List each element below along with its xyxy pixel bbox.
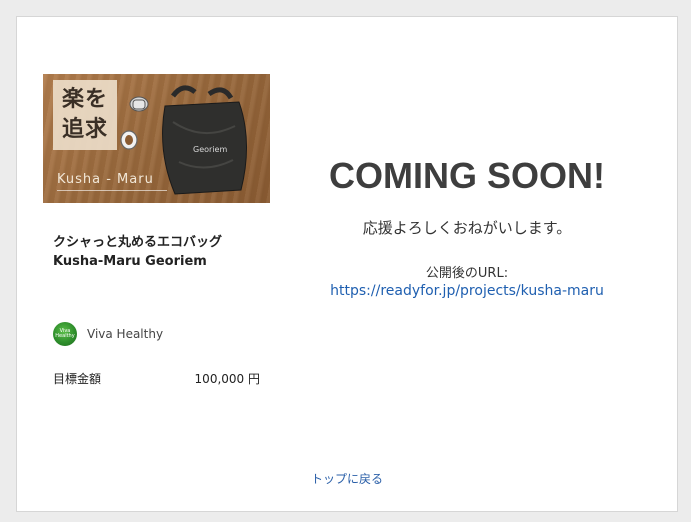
url-label: 公開後のURL:: [425, 266, 509, 281]
coming-soon-heading: COMING SOON!: [329, 155, 605, 196]
support-message: 応援よろしくおねがいします。: [362, 219, 572, 237]
avatar-text: Viva Healthy: [55, 328, 75, 339]
goal-value: 100,000 円: [194, 372, 260, 386]
brand-underline: [57, 190, 167, 191]
owner-info[interactable]: Viva Healthy Viva Healthy: [53, 322, 163, 346]
headline-panel: 楽を 追求: [53, 80, 117, 150]
project-title[interactable]: クシャっと丸めるエコバッグ Kusha-Maru Georiem: [53, 233, 273, 271]
avatar: Viva Healthy: [53, 322, 77, 346]
owner-name: Viva Healthy: [87, 327, 164, 341]
project-title-line-2: Kusha-Maru Georiem: [53, 254, 207, 269]
project-title-line-1: クシャっと丸めるエコバッグ: [53, 235, 223, 250]
image-headline: 楽を 追求: [61, 86, 108, 142]
project-url-link[interactable]: https://readyfor.jp/projects/kusha-maru: [287, 283, 647, 299]
image-brand: Kusha - Maru: [57, 172, 154, 187]
project-card: 楽を 追求 Georiem Kusha - Maru クシャっと丸めるエコバッグ…: [16, 16, 678, 512]
back-to-top-link[interactable]: トップに戻る: [247, 470, 447, 487]
project-image[interactable]: 楽を 追求 Georiem Kusha - Maru: [43, 74, 270, 203]
bag-print-text: Georiem: [193, 145, 227, 154]
goal-label: 目標金額: [53, 372, 102, 386]
